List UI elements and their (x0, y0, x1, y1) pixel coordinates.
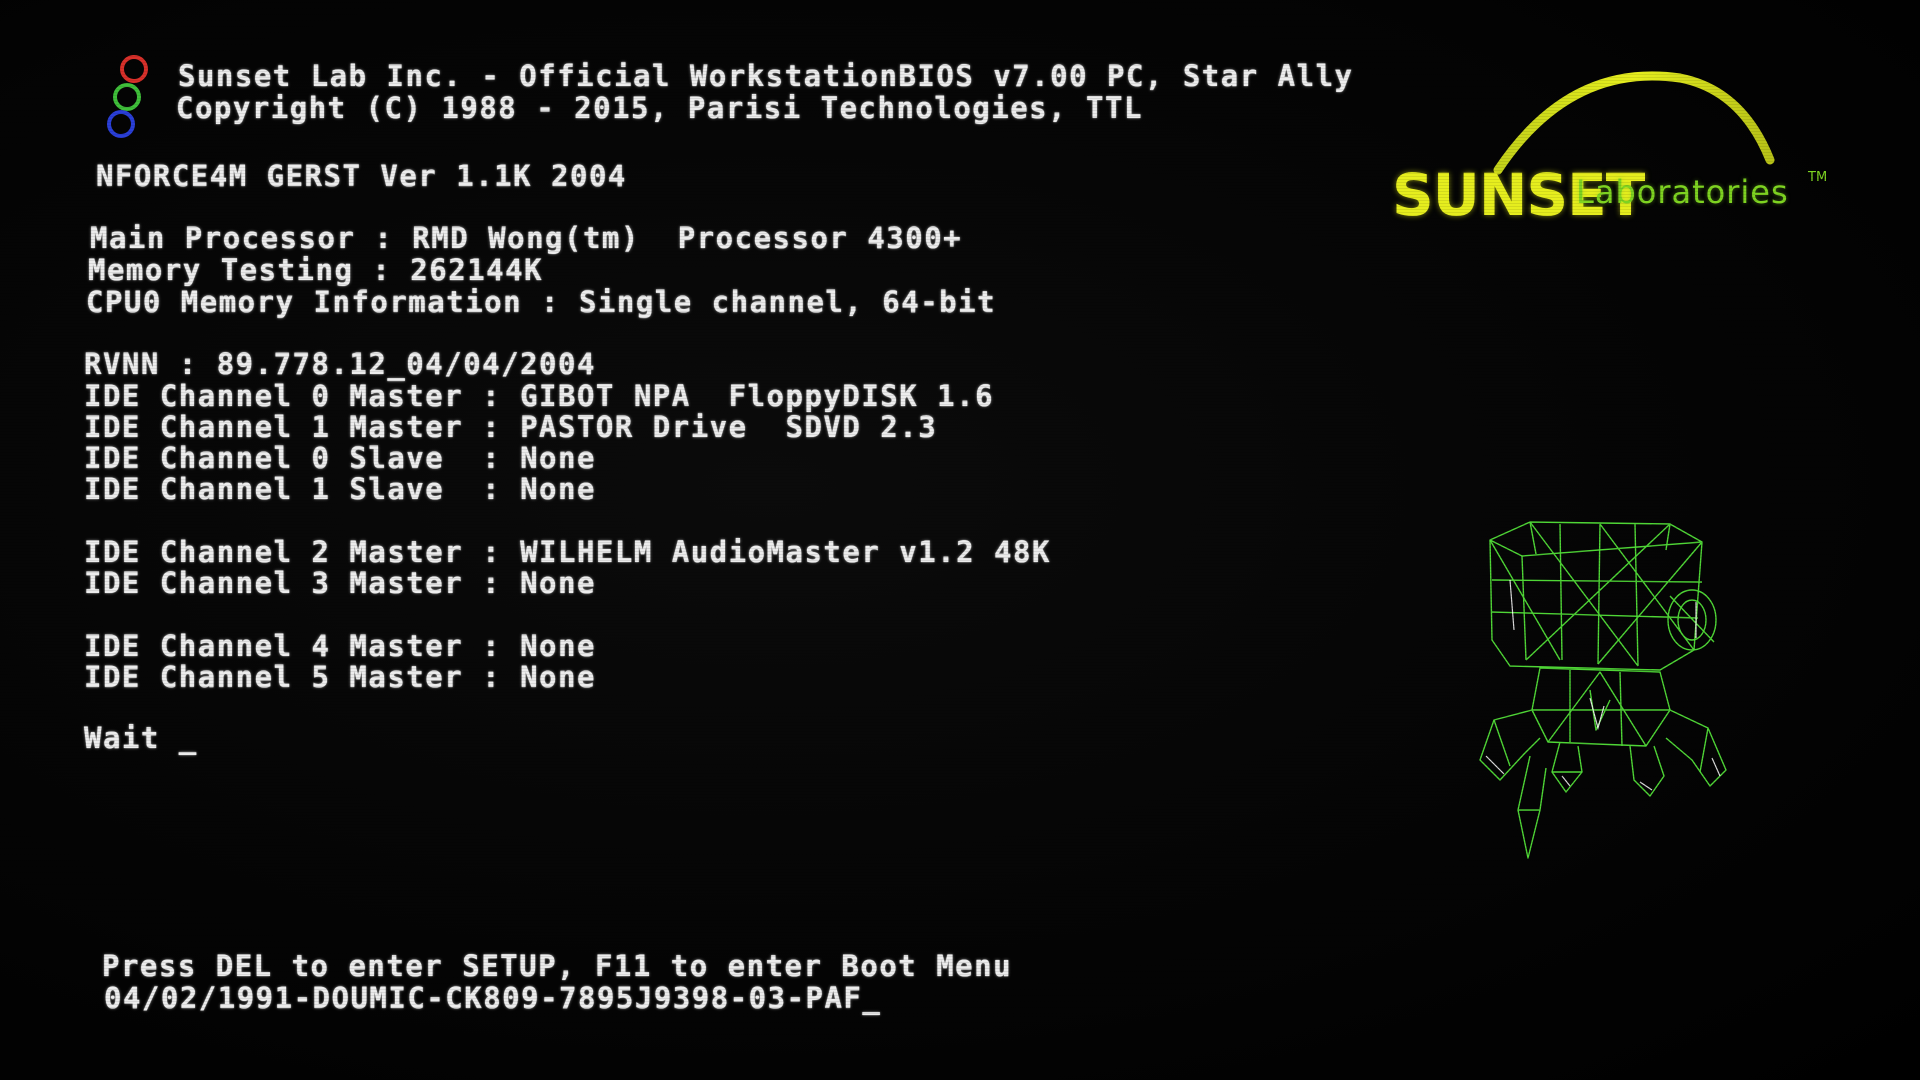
bios-screen: Sunset Lab Inc. - Official WorkstationBI… (0, 0, 1920, 1080)
ide-channel-line: IDE Channel 3 Master : None (84, 566, 596, 600)
memory-testing: Memory Testing : 262144K (88, 253, 544, 287)
sunset-laboratories-logo: SUNSET Laboratories TM (1380, 70, 1830, 240)
ide-channel-line: IDE Channel 4 Master : None (84, 629, 596, 663)
ide-channel-line: IDE Channel 0 Slave : None (84, 441, 596, 475)
build-string: 04/02/1991-DOUMIC-CK809-7895J9398-03-PAF… (104, 981, 882, 1015)
laboratories-wordmark: Laboratories (1576, 173, 1789, 211)
copyright-line: Copyright (C) 1988 - 2015, Parisi Techno… (176, 91, 1143, 125)
board-version: NFORCE4M GERST Ver 1.1K 2004 (96, 159, 627, 193)
ide-channel-line: IDE Channel 5 Master : None (84, 660, 596, 694)
cpu-memory-info: CPU0 Memory Information : Single channel… (86, 285, 997, 319)
trademark-mark: TM (1808, 170, 1828, 185)
wireframe-robot-icon (1479, 521, 1727, 859)
ide-channel-line: IDE Channel 1 Master : PASTOR Drive SDVD… (84, 410, 938, 444)
rgb-rings-logo-icon (107, 55, 148, 138)
wait-status: Wait _ (84, 721, 198, 755)
ide-channel-line: IDE Channel 2 Master : WILHELM AudioMast… (84, 535, 1051, 569)
rvnn-line: RVNN : 89.778.12_04/04/2004 (84, 347, 596, 381)
ide-channel-line: IDE Channel 0 Master : GIBOT NPA FloppyD… (84, 379, 995, 413)
setup-hint: Press DEL to enter SETUP, F11 to enter B… (102, 949, 1013, 983)
ide-channel-line: IDE Channel 1 Slave : None (84, 472, 596, 506)
main-processor: Main Processor : RMD Wong(tm) Processor … (90, 221, 963, 255)
bios-title-line: Sunset Lab Inc. - Official WorkstationBI… (178, 59, 1354, 93)
